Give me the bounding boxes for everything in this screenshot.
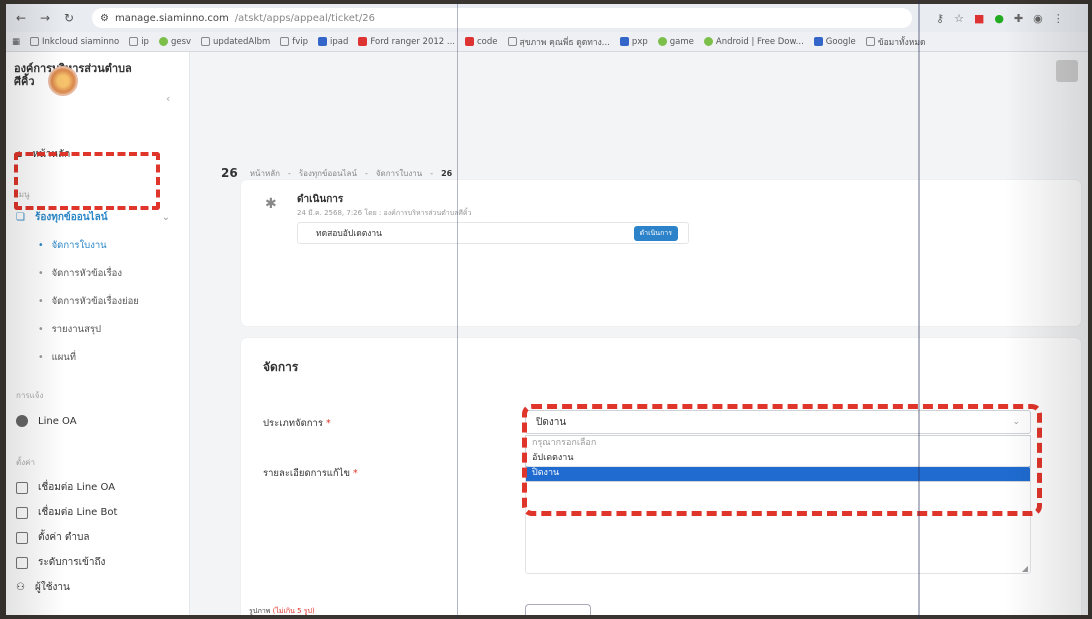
sidebar-item-access-level[interactable]: ระดับการเข้าถึง [16, 555, 105, 570]
type-label: ประเภทจัดการ * [263, 418, 331, 429]
sidebar-subitem-manage-tickets[interactable]: จัดการใบงาน [38, 238, 107, 253]
settings-icon [16, 506, 28, 519]
bookmark[interactable]: ข้อมาทั้งหมด [865, 35, 926, 49]
profile-icon[interactable]: ◉ [1033, 12, 1043, 25]
sidebar-section-settings: ตั้งค่า [16, 458, 35, 467]
sidebar-subitem-report[interactable]: รายงานสรุป [38, 322, 101, 337]
line-icon [16, 415, 28, 427]
breadcrumb-home[interactable]: หน้าหลัก [250, 167, 280, 180]
status-meta: 24 มี.ค. 2568, 7:26 โดย : องค์การบริหารส… [297, 209, 472, 217]
sidebar-item-connect-line-bot[interactable]: เชื่อมต่อ Line Bot [16, 505, 117, 520]
org-brand: องค์การบริหารส่วนตำบล ศีคิ้ว [14, 62, 134, 96]
manage-title: จัดการ [263, 360, 299, 374]
apps-icon[interactable]: ▦ [12, 37, 20, 47]
status-card: ✱ ดำเนินการ 24 มี.ค. 2568, 7:26 โดย : อง… [241, 180, 1081, 326]
highlight-annotation [14, 152, 160, 210]
bookmark[interactable]: สุขภาพ คุณพี่ธ ดูดทาง... [507, 35, 610, 49]
breadcrumb-complaints[interactable]: ร้องทุกข์ออนไลน์ [299, 167, 357, 180]
bookmarks-bar: ▦ Inkcloud siaminno ip gesv updatedAlbm … [6, 32, 1088, 52]
attachments-label: รูปภาพ (ไม่เกิน 5 รูป) [249, 607, 315, 615]
url-input[interactable]: ⚙ manage.siaminno.com/atskt/apps/appeal/… [92, 8, 912, 28]
comment-icon: ❏ [16, 212, 25, 223]
breadcrumb-manage-tickets[interactable]: จัดการใบงาน [376, 167, 422, 180]
ticket-id: 26 [221, 166, 238, 180]
url-host: manage.siaminno.com [114, 12, 229, 24]
bookmark[interactable]: ipad [318, 37, 348, 47]
main-content: 26 หน้าหลัก - ร้องทุกข์ออนไลน์ - จัดการใบง… [191, 52, 1088, 615]
settings-icon [16, 556, 28, 569]
breadcrumb: 26 หน้าหลัก - ร้องทุกข์ออนไลน์ - จัดการใบง… [221, 166, 453, 180]
bookmark[interactable]: Google [813, 37, 856, 47]
scan-line [918, 0, 920, 619]
upload-button[interactable] [525, 604, 591, 615]
site-info-icon[interactable]: ⚙ [100, 13, 109, 24]
sidebar-subitem-map[interactable]: แผนที่ [38, 350, 76, 365]
detail-label: รายละเอียดการแก้ไข * [263, 468, 358, 479]
bookmark[interactable]: Inkcloud siaminno [30, 37, 119, 47]
breadcrumb-current: 26 [441, 168, 453, 178]
back-icon[interactable]: ← [14, 11, 28, 25]
bookmark[interactable]: fvip [280, 37, 308, 47]
status-description: ทดสอบอัปเดตงาน [316, 229, 382, 239]
sidebar-item-complaints[interactable]: ❏ ร้องทุกข์ออนไลน์ ⌄ [16, 210, 170, 225]
collapse-sidebar-icon[interactable]: ‹ [166, 92, 170, 105]
reload-icon[interactable]: ↻ [62, 11, 76, 25]
users-icon: ⚇ [16, 582, 25, 593]
bookmark[interactable]: Ford ranger 2012 ... [358, 37, 455, 47]
bookmark[interactable]: ip [129, 37, 149, 47]
status-badge: ดำเนินการ [633, 225, 678, 241]
org-logo [48, 66, 78, 96]
bookmark[interactable]: Android | Free Dow... [703, 37, 804, 47]
status-entry: ทดสอบอัปเดตงาน ดำเนินการ [297, 222, 689, 244]
sidebar: องค์การบริหารส่วนตำบล ศีคิ้ว ‹ ⌂ หน้าหลั… [6, 52, 190, 615]
settings-icon [16, 481, 28, 494]
bookmark[interactable]: game [657, 37, 694, 47]
sidebar-item-subdistrict[interactable]: ตั้งค่า ตำบล [16, 530, 89, 545]
sidebar-subitem-topics[interactable]: จัดการหัวข้อเรื่อง [38, 266, 122, 281]
browser-address-bar: ← → ↻ ⚙ manage.siaminno.com/atskt/apps/a… [6, 4, 1088, 32]
screen: ← → ↻ ⚙ manage.siaminno.com/atskt/apps/a… [6, 4, 1088, 615]
menu-icon[interactable]: ⋮ [1053, 12, 1064, 25]
highlight-annotation [522, 404, 1042, 516]
extension-icon[interactable]: ● [994, 12, 1004, 25]
settings-icon [16, 531, 28, 544]
forward-icon[interactable]: → [38, 11, 52, 25]
sidebar-section-line: การแจ้ง [16, 391, 44, 400]
star-icon[interactable]: ☆ [954, 12, 964, 25]
extension-icon[interactable]: ■ [974, 12, 984, 25]
key-icon[interactable]: ⚷ [936, 12, 944, 25]
resize-handle-icon[interactable]: ◢ [1022, 564, 1028, 573]
bookmark[interactable]: pxp [619, 37, 648, 47]
user-avatar[interactable] [1056, 60, 1078, 82]
sidebar-item-users[interactable]: ⚇ ผู้ใช้งาน [16, 580, 70, 595]
bookmark[interactable]: code [465, 37, 498, 47]
sidebar-item-line-oa[interactable]: Line OA [16, 415, 77, 427]
sidebar-item-connect-line-oa[interactable]: เชื่อมต่อ Line OA [16, 480, 115, 495]
bookmark[interactable]: gesv [158, 37, 191, 47]
status-title: ดำเนินการ [297, 194, 344, 205]
pin-icon: ✱ [265, 196, 277, 212]
bookmark[interactable]: updatedAlbm [201, 37, 270, 47]
puzzle-icon[interactable]: ✚ [1014, 12, 1023, 25]
scan-line [457, 0, 458, 619]
url-path: /atskt/apps/appeal/ticket/26 [234, 12, 375, 24]
chevron-down-icon: ⌄ [161, 212, 170, 223]
sidebar-subitem-subtopics[interactable]: จัดการหัวข้อเรื่องย่อย [38, 294, 139, 309]
